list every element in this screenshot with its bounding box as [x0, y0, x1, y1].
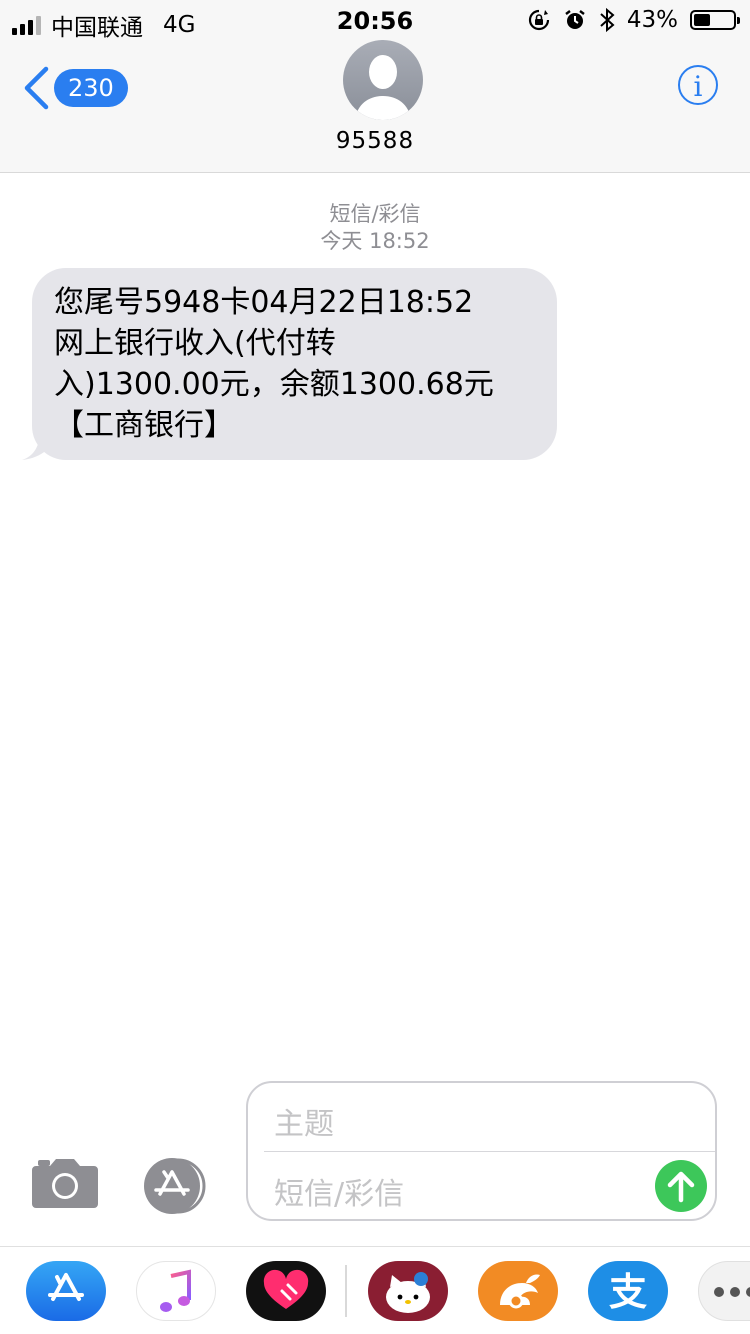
message-type-label: 短信/彩信	[329, 202, 421, 226]
bluetooth-icon	[600, 7, 615, 33]
battery-icon	[690, 10, 740, 30]
music-icon[interactable]	[136, 1261, 216, 1321]
arrow-up-icon	[667, 1171, 695, 1203]
status-bar: 中国联通 4G 20:56 43%	[0, 0, 750, 41]
app-store-icon[interactable]	[26, 1261, 106, 1321]
rotation-lock-icon	[528, 9, 549, 31]
app-store-button[interactable]	[140, 1158, 212, 1218]
person-silhouette-icon	[355, 55, 411, 120]
conversation-header: 230 95588 i	[0, 40, 750, 173]
heart-glyph	[263, 1269, 309, 1309]
send-button[interactable]	[655, 1160, 707, 1212]
timestamp-day: 今天	[320, 229, 363, 253]
camera-button[interactable]	[32, 1158, 98, 1214]
hello-kitty-glyph	[386, 1272, 430, 1313]
message-timestamp: 今天 18:52	[0, 225, 750, 255]
battery-fill	[694, 14, 710, 26]
camera-icon	[32, 1159, 98, 1208]
app-store-icon	[144, 1158, 206, 1214]
message-input[interactable]: 短信/彩信	[274, 1169, 404, 1213]
message-line: 网上银行收入(代付转	[54, 326, 336, 361]
chevron-left-icon	[24, 66, 49, 110]
alipay-icon[interactable]: 支	[588, 1261, 668, 1321]
battery-percentage: 43%	[626, 7, 678, 33]
message-line: 入)1300.00元，余额1300.68元	[54, 367, 494, 402]
drawer-separator	[345, 1265, 347, 1317]
contact-avatar[interactable]	[343, 40, 423, 120]
hello-kitty-sticker-icon[interactable]	[368, 1261, 448, 1321]
status-right: 43%	[527, 7, 740, 33]
message-line: 【工商银行】	[54, 408, 234, 443]
alipay-glyph: 支	[609, 1270, 647, 1314]
message-composer: 主题 短信/彩信	[246, 1081, 717, 1221]
alipay-glyph-text: 支	[609, 1270, 647, 1314]
imessage-app-drawer: 支	[0, 1246, 750, 1334]
squirrel-glyph	[500, 1274, 540, 1309]
music-note-glyph	[160, 1269, 191, 1312]
more-apps-icon[interactable]	[698, 1261, 750, 1321]
composer-divider	[264, 1151, 715, 1152]
app-store-glyph	[48, 1273, 84, 1301]
incoming-message[interactable]: 您尾号5948卡04月22日18:52 网上银行收入(代付转 入)1300.00…	[20, 268, 557, 460]
ellipsis-icon	[714, 1287, 750, 1297]
alarm-icon	[565, 10, 585, 29]
timestamp-time: 18:52	[369, 229, 430, 253]
digital-touch-icon[interactable]	[246, 1261, 326, 1321]
message-line: 您尾号5948卡04月22日18:52	[54, 285, 474, 320]
back-button[interactable]: 230	[22, 66, 128, 110]
info-button[interactable]: i	[678, 65, 718, 105]
messages-screen: 中国联通 4G 20:56 43% 230 95588 i 短信/彩信 今天 1…	[0, 0, 750, 1334]
subject-field[interactable]: 主题	[274, 1099, 334, 1143]
unread-count-badge: 230	[54, 69, 128, 107]
uc-browser-icon[interactable]	[478, 1261, 558, 1321]
message-bubble: 您尾号5948卡04月22日18:52 网上银行收入(代付转 入)1300.00…	[32, 268, 557, 460]
contact-name[interactable]: 95588	[0, 128, 750, 154]
